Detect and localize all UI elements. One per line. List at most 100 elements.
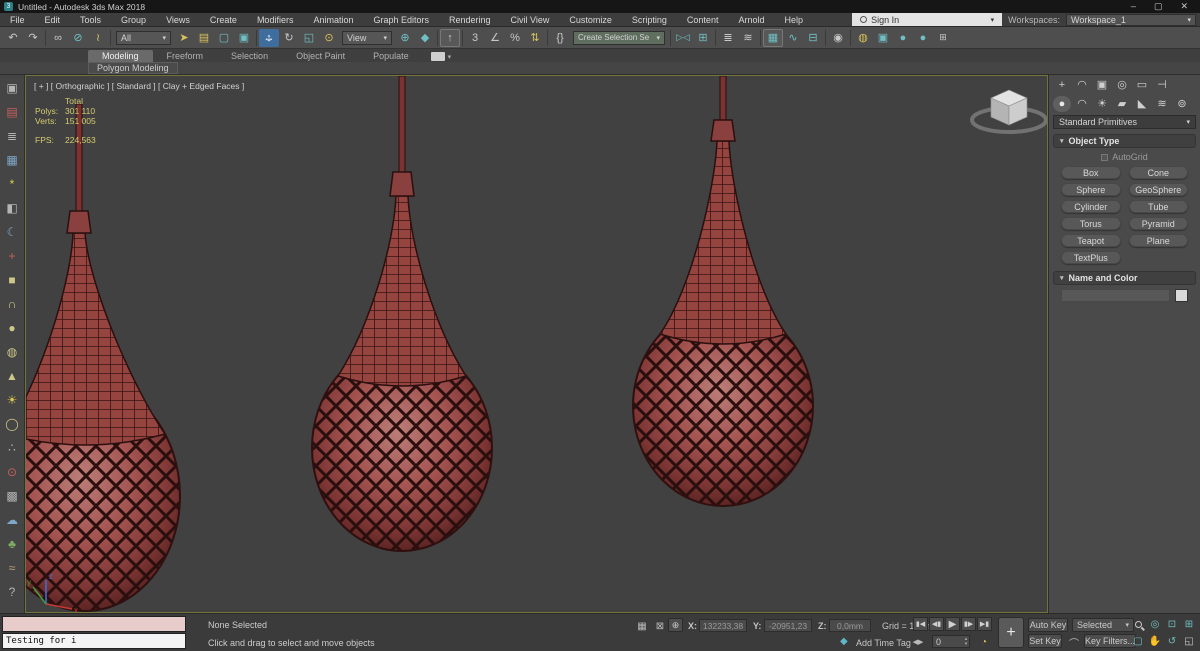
menu-views[interactable]: Views: [156, 15, 200, 25]
plane-button[interactable]: Plane: [1128, 234, 1188, 247]
unlink-selection-icon[interactable]: ⊘: [68, 29, 88, 47]
redo-button[interactable]: ↷: [23, 29, 43, 47]
orbit-icon[interactable]: ↺: [1164, 633, 1180, 649]
go-to-end-button[interactable]: ▶▮: [977, 617, 992, 631]
selection-lock-icon[interactable]: ⊠: [652, 619, 668, 633]
textplus-button[interactable]: TextPlus: [1061, 251, 1121, 264]
y-coordinate-field[interactable]: -20951,23: [764, 619, 812, 632]
spinner-down-icon[interactable]: ▾: [965, 641, 968, 647]
lights-category-icon[interactable]: ☀: [1093, 96, 1111, 112]
shapes-category-icon[interactable]: ◠: [1073, 96, 1091, 112]
name-and-color-header[interactable]: ▾ Name and Color: [1053, 271, 1196, 285]
z-coordinate-field[interactable]: 0,0mm: [829, 619, 871, 632]
set-keys-button[interactable]: +: [998, 617, 1024, 648]
chevron-down-icon[interactable]: ▾: [448, 53, 452, 61]
maximize-button[interactable]: ▢: [1154, 1, 1163, 12]
render-iterative-button[interactable]: ●: [913, 29, 933, 47]
object-type-header[interactable]: ▾ Object Type: [1053, 134, 1196, 148]
pendant-lamp-middle[interactable]: [311, 76, 493, 552]
edit-named-selection-sets-button[interactable]: {}: [550, 29, 570, 47]
minimize-button[interactable]: –: [1131, 1, 1136, 12]
table-view-icon[interactable]: ▦: [2, 148, 23, 172]
rectangular-selection-region-button[interactable]: ▢: [214, 29, 234, 47]
reference-coordinate-dropdown[interactable]: View ▾: [342, 30, 392, 45]
cone-button[interactable]: Cone: [1128, 166, 1188, 179]
bind-to-spacewarp-icon[interactable]: ≀: [88, 29, 108, 47]
key-brackets-icon[interactable]: ⌒: [1066, 635, 1082, 650]
set-key-button[interactable]: Set Key: [1028, 634, 1062, 648]
menu-tools[interactable]: Tools: [70, 15, 111, 25]
maxscript-mini-listener[interactable]: Testing for i: [2, 633, 186, 649]
menu-arnold[interactable]: Arnold: [728, 15, 774, 25]
utilities-panel-icon[interactable]: ⊣: [1153, 77, 1171, 93]
time-configuration-icon[interactable]: ◔: [976, 635, 992, 649]
hierarchy-panel-icon[interactable]: ▣: [1093, 77, 1111, 93]
systems-category-icon[interactable]: ⊚: [1173, 96, 1191, 112]
viewport[interactable]: z x y [ + ] [ Orthographic ] [ Standard …: [25, 75, 1048, 613]
display-panel-icon[interactable]: ▭: [1133, 77, 1151, 93]
cloud-icon[interactable]: ☁: [2, 508, 23, 532]
viewport-layout-grid-icon[interactable]: ⊞: [933, 29, 953, 47]
render-setup-button[interactable]: ◍: [853, 29, 873, 47]
add-time-tag[interactable]: Add Time Tag: [856, 638, 911, 648]
snap-toggle-3d-button[interactable]: 3: [465, 29, 485, 47]
key-mode-toggle[interactable]: ◀▶: [910, 635, 926, 649]
schematic-view-button[interactable]: ⊟: [803, 29, 823, 47]
absolute-offset-toggle[interactable]: ⊕: [668, 618, 683, 632]
ribbon-display-icon[interactable]: [430, 52, 445, 61]
maxscript-macro-recorder[interactable]: [2, 616, 186, 632]
curve-editor-button[interactable]: ∿: [783, 29, 803, 47]
next-frame-button[interactable]: ▮▶: [961, 617, 976, 631]
menu-create[interactable]: Create: [200, 15, 247, 25]
help-icon[interactable]: ?: [2, 580, 23, 604]
select-object-button[interactable]: ➤: [174, 29, 194, 47]
create-panel-icon[interactable]: +: [1053, 77, 1071, 93]
light-icon[interactable]: *: [2, 172, 23, 196]
menu-file[interactable]: File: [0, 15, 35, 25]
create-box-icon[interactable]: ■: [2, 268, 23, 292]
pan-icon[interactable]: ✋: [1147, 633, 1163, 649]
teapot-button[interactable]: Teapot: [1061, 234, 1121, 247]
auto-key-button[interactable]: Auto Key: [1028, 618, 1068, 632]
frame-spinner[interactable]: ▴ ▾: [962, 635, 970, 648]
create-dome-icon[interactable]: ∩: [2, 292, 23, 316]
select-and-manipulate-button[interactable]: ◆: [415, 29, 435, 47]
sign-in-button[interactable]: Sign In ▾: [852, 13, 1003, 26]
window-crossing-toggle[interactable]: ▣: [234, 29, 254, 47]
maximize-viewport-icon[interactable]: ◱: [1181, 633, 1197, 649]
tab-freeform[interactable]: Freeform: [153, 50, 218, 62]
keyboard-shortcut-override-toggle[interactable]: ↑: [440, 28, 460, 47]
object-color-swatch[interactable]: [1175, 289, 1188, 302]
torus-button[interactable]: Torus: [1061, 217, 1121, 230]
image-viewer-icon[interactable]: ▤: [2, 100, 23, 124]
mirror-button[interactable]: ▷◁: [673, 29, 693, 47]
polygon-modeling-panel[interactable]: Polygon Modeling: [88, 62, 178, 74]
menu-customize[interactable]: Customize: [559, 15, 622, 25]
atoms-icon[interactable]: ⊙: [2, 460, 23, 484]
create-ring-icon[interactable]: ◯: [2, 412, 23, 436]
workspace-dropdown[interactable]: Workspace_1 ▾: [1066, 13, 1196, 26]
go-to-start-button[interactable]: ▮◀: [913, 617, 928, 631]
box-button[interactable]: Box: [1061, 166, 1121, 179]
x-coordinate-field[interactable]: 132233,38: [699, 619, 747, 632]
geometry-category-icon[interactable]: ●: [1053, 95, 1071, 112]
material-editor-button[interactable]: ◉: [828, 29, 848, 47]
render-production-button[interactable]: ●: [893, 29, 913, 47]
create-sphere-icon[interactable]: ●: [2, 316, 23, 340]
menu-scripting[interactable]: Scripting: [622, 15, 677, 25]
tab-selection[interactable]: Selection: [217, 50, 282, 62]
toggle-ribbon-button[interactable]: ▦: [763, 28, 783, 47]
selection-filter-dropdown[interactable]: All ▾: [116, 30, 171, 45]
toggle-scene-explorer-button[interactable]: ≣: [718, 29, 738, 47]
menu-edit[interactable]: Edit: [35, 15, 71, 25]
keying-set-dropdown[interactable]: Selected ▾: [1072, 618, 1134, 632]
pyramid-button[interactable]: Pyramid: [1128, 217, 1188, 230]
modify-panel-icon[interactable]: ◠: [1073, 77, 1091, 93]
axis-tripod-icon[interactable]: +: [2, 244, 23, 268]
menu-rendering[interactable]: Rendering: [439, 15, 501, 25]
rendered-frame-window-button[interactable]: ▣: [873, 29, 893, 47]
helpers-category-icon[interactable]: ◣: [1133, 96, 1151, 112]
emitter-icon[interactable]: ▩: [2, 484, 23, 508]
create-cone-icon[interactable]: ▲: [2, 364, 23, 388]
isolate-selection-icon[interactable]: ▦: [634, 619, 650, 633]
